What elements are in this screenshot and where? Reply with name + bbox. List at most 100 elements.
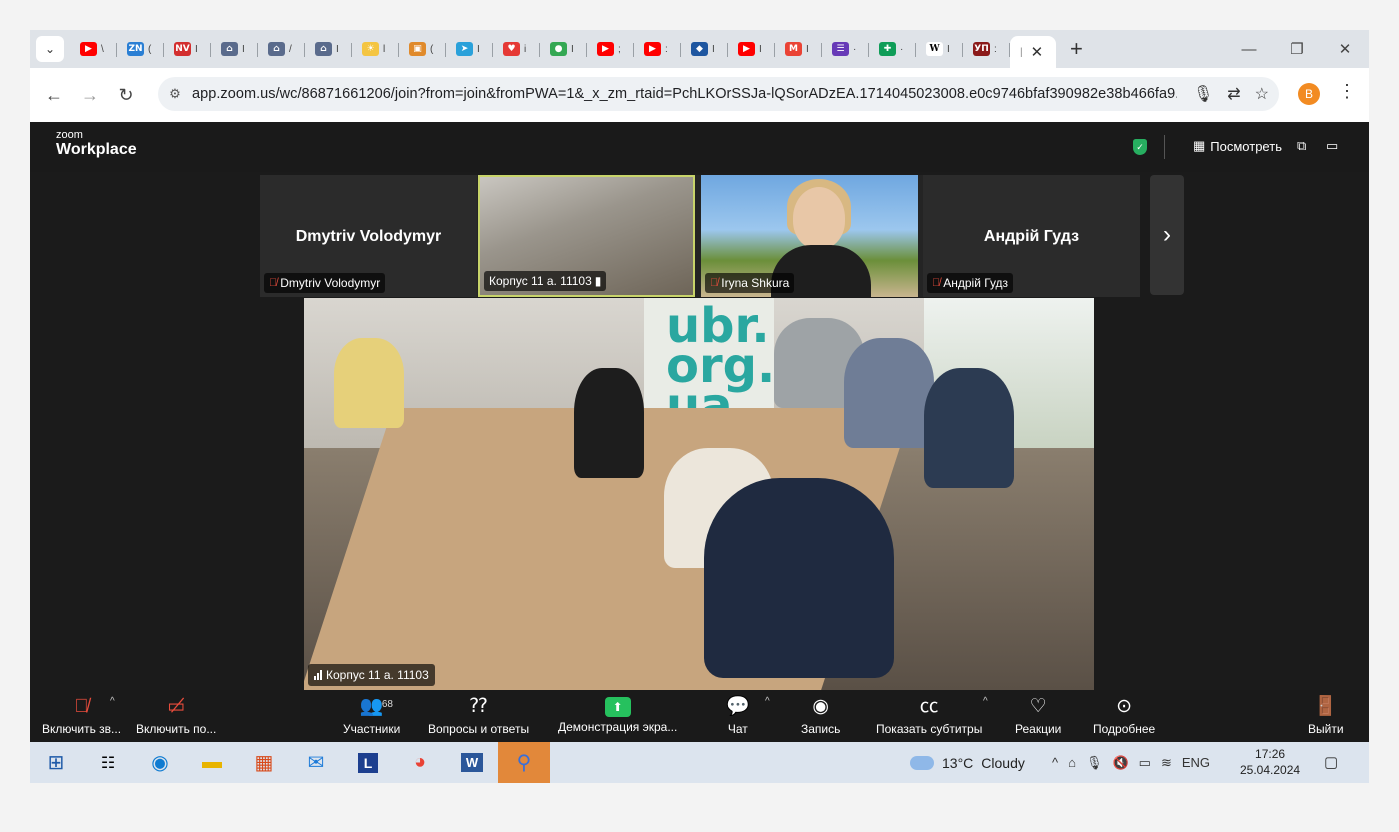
- browser-tab[interactable]: ▶ \: [70, 34, 117, 64]
- youtube-icon: ▶: [597, 42, 614, 56]
- ukraine-icon: ◆: [691, 42, 708, 56]
- browser-tab[interactable]: ▶:: [634, 34, 681, 64]
- microphone-icon[interactable]: 🎙: [1193, 84, 1213, 104]
- translate-icon[interactable]: ⇄: [1227, 84, 1240, 104]
- browser-tab[interactable]: ⌂ I: [211, 34, 258, 64]
- windows-start-icon[interactable]: ⊞: [30, 742, 82, 783]
- browser-tab[interactable]: ⌂ /: [258, 34, 305, 64]
- tab-title: I: [477, 43, 480, 55]
- chat-icon: 💬: [726, 696, 750, 717]
- participant-tile[interactable]: Андрій Гудз 🎙̸ Андрій Гудз: [923, 175, 1140, 297]
- telegram-icon: ➤: [456, 42, 473, 56]
- notifications-icon[interactable]: ▢: [1324, 753, 1338, 771]
- chrome-menu-icon[interactable]: ⋮: [1338, 81, 1356, 102]
- browser-tab[interactable]: NV I: [164, 34, 211, 64]
- record-label: Запись: [801, 722, 841, 736]
- word-icon[interactable]: W: [446, 742, 498, 783]
- next-page-chevron-icon[interactable]: ›: [1150, 175, 1184, 295]
- browser-tab[interactable]: ➤ I: [446, 34, 493, 64]
- weather-widget[interactable]: 13°C Cloudy: [910, 742, 1025, 783]
- more-button[interactable]: ⊙ Подробнее: [1093, 695, 1155, 736]
- qa-button[interactable]: ⁇ Вопросы и ответы: [428, 695, 529, 736]
- participant-label-text: Dmytriv Volodymyr: [280, 276, 381, 290]
- chat-options-caret-icon[interactable]: ^: [765, 696, 770, 707]
- meet-now-icon[interactable]: ⌂: [1068, 755, 1076, 770]
- captions-options-caret-icon[interactable]: ^: [983, 696, 988, 707]
- clock-time: 17:26: [1255, 747, 1286, 761]
- volume-muted-icon[interactable]: 🔇: [1112, 755, 1128, 771]
- bookmark-star-icon[interactable]: ☆: [1255, 84, 1269, 104]
- audio-options-caret-icon[interactable]: ^: [110, 696, 115, 707]
- url-text[interactable]: app.zoom.us/wc/86871661206/join?from=joi…: [192, 86, 1177, 102]
- leave-button[interactable]: 🚪 Выйти: [1308, 695, 1344, 736]
- window-close-icon[interactable]: ✕: [1321, 40, 1369, 58]
- pop-out-icon[interactable]: ⧉: [1297, 138, 1306, 154]
- minimize-icon[interactable]: —: [1225, 41, 1273, 58]
- chrome-icon[interactable]: ◕: [394, 742, 446, 783]
- browser-tab[interactable]: ◆ I: [681, 34, 728, 64]
- active-app-icon[interactable]: ⚲: [498, 742, 550, 783]
- tile-status-icon: ▮: [594, 274, 602, 288]
- tray-chevron-icon[interactable]: ^: [1052, 755, 1058, 770]
- browser-tab[interactable]: ✚ ·: [869, 34, 916, 64]
- task-view-icon[interactable]: ☷: [82, 742, 134, 783]
- active-tab-zoom[interactable]: | ✕: [1010, 36, 1056, 68]
- browser-tab[interactable]: WI: [916, 34, 963, 64]
- site-info-icon[interactable]: ⚙: [158, 86, 192, 102]
- store-icon[interactable]: ▦: [238, 742, 290, 783]
- record-button[interactable]: ◉ Запись: [801, 695, 840, 736]
- system-clock[interactable]: 17:26 25.04.2024: [1240, 746, 1300, 778]
- captions-button[interactable]: ㏄ Показать субтитры: [876, 695, 982, 736]
- reload-icon[interactable]: ↻: [108, 85, 144, 106]
- edge-browser-icon[interactable]: ◉: [134, 742, 186, 783]
- wifi-icon[interactable]: ≋: [1161, 755, 1172, 771]
- battery-icon[interactable]: ▭: [1139, 755, 1151, 771]
- forward-icon[interactable]: →: [72, 85, 108, 106]
- fullscreen-icon[interactable]: ▭: [1326, 138, 1338, 154]
- browser-tab[interactable]: УП:: [963, 34, 1010, 64]
- browser-tab[interactable]: ZN (: [117, 34, 164, 64]
- browser-tab[interactable]: ☰ ·: [822, 34, 869, 64]
- video-button[interactable]: ▭̸ Включить по...: [136, 695, 216, 736]
- file-explorer-icon[interactable]: ▬: [186, 742, 238, 783]
- browser-tab[interactable]: ▶ I: [728, 34, 775, 64]
- browser-tab-strip: ⌄ ▶ \ ZN(NV I ⌂ I ⌂ / ⌂ I ☀ l ▣(➤ I ♥ i ● I ▶; ▶: ◆ I ▶ I M I ☰ · ✚ ·…: [30, 30, 1369, 68]
- tab-title: :: [665, 43, 668, 55]
- tray-microphone-icon[interactable]: 🎙: [1086, 755, 1103, 771]
- chat-button[interactable]: 💬 Чат: [726, 695, 750, 736]
- browser-tab[interactable]: ☀ l: [352, 34, 399, 64]
- browser-tab[interactable]: MI: [775, 34, 822, 64]
- browser-tab[interactable]: ▣(: [399, 34, 446, 64]
- encryption-shield-icon[interactable]: ✓: [1133, 139, 1147, 155]
- browser-tab[interactable]: ♥ i: [493, 34, 540, 64]
- system-tray: ^ ⌂ 🎙 🔇 ▭ ≋ ENG: [1052, 742, 1210, 783]
- new-tab-button[interactable]: +: [1070, 36, 1083, 62]
- participant-tile[interactable]: 🎙̸ Iryna Shkura: [701, 175, 918, 297]
- zoom-logo: zoom Workplace: [56, 130, 137, 159]
- browser-tab[interactable]: ● I: [540, 34, 587, 64]
- back-icon[interactable]: ←: [36, 85, 72, 106]
- participants-button[interactable]: 👥 68 Участники: [343, 695, 400, 736]
- gov-icon: ⌂: [268, 42, 285, 56]
- zoom-logo-big: Workplace: [56, 141, 137, 158]
- participant-tile[interactable]: Dmytriv Volodymyr 🎙̸ Dmytriv Volodymyr: [260, 175, 477, 297]
- mail-icon[interactable]: ✉: [290, 742, 342, 783]
- browser-tab[interactable]: ⌂ I: [305, 34, 352, 64]
- tab-close-icon[interactable]: ✕: [1031, 43, 1044, 61]
- browser-tab[interactable]: ▶;: [587, 34, 634, 64]
- address-bar[interactable]: ⚙ app.zoom.us/wc/86871661206/join?from=j…: [158, 77, 1279, 111]
- participant-name-large: Андрій Гудз: [983, 228, 1080, 245]
- profile-avatar[interactable]: B: [1298, 83, 1320, 105]
- share-screen-button[interactable]: ⬆ Демонстрация экра...: [558, 695, 677, 734]
- view-button[interactable]: ▦ Посмотреть: [1193, 138, 1282, 154]
- language-indicator[interactable]: ENG: [1182, 755, 1210, 770]
- participant-tile-active-speaker[interactable]: Корпус 11 а. 11103 ▮: [478, 175, 695, 297]
- restore-icon[interactable]: ❐: [1273, 40, 1321, 58]
- main-speaker-video[interactable]: ubr. org. ua Корпус 11 а. 11103: [304, 298, 1094, 690]
- tab-search-button[interactable]: ⌄: [36, 36, 64, 62]
- tab-title: ;: [618, 43, 621, 55]
- reactions-button[interactable]: ♡ Реакции: [1015, 695, 1061, 736]
- wikipedia-icon: W: [926, 42, 943, 56]
- weather-temp: 13°C: [942, 754, 974, 771]
- l-app-icon[interactable]: L: [342, 742, 394, 783]
